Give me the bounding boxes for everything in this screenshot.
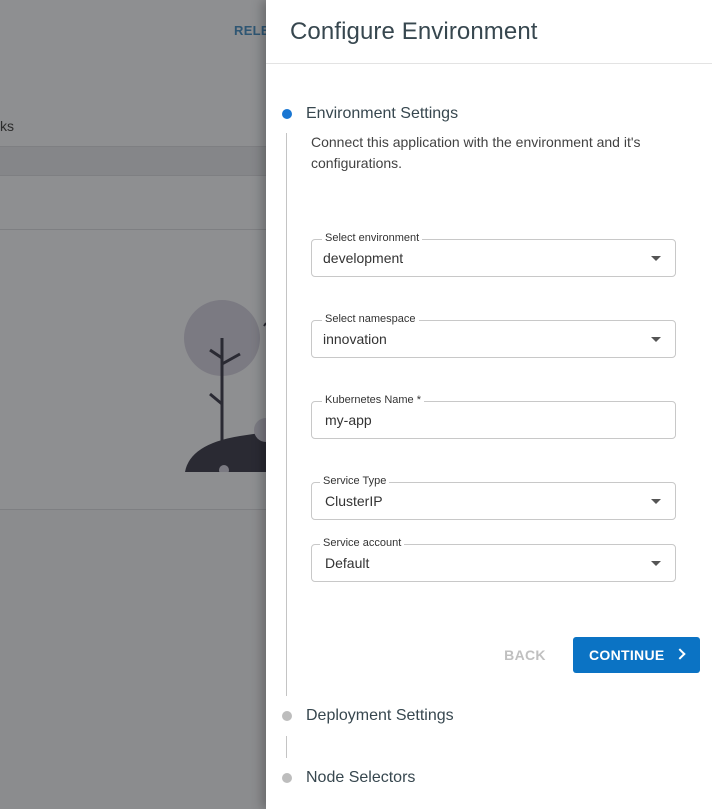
continue-button-label: CONTINUE xyxy=(589,647,665,663)
service-account-label: Service account xyxy=(320,536,405,550)
empty-state-illustration xyxy=(184,300,266,472)
configure-environment-drawer: Configure Environment Environment Settin… xyxy=(266,0,712,809)
chevron-right-icon xyxy=(674,648,686,660)
background-release-tab: RELEA xyxy=(234,23,266,38)
caret-down-icon xyxy=(651,561,661,566)
step-indicator-active xyxy=(282,109,292,119)
service-account-value: Default xyxy=(325,555,370,571)
stepper-connector xyxy=(286,133,287,696)
step-description: Connect this application with the enviro… xyxy=(311,134,641,171)
back-button[interactable]: BACK xyxy=(496,638,554,672)
caret-down-icon xyxy=(651,337,661,342)
caret-down-icon xyxy=(651,499,661,504)
namespace-select[interactable]: Select namespace innovation xyxy=(311,312,676,358)
step-title-deployment-settings[interactable]: Deployment Settings xyxy=(306,707,454,725)
service-type-value: ClusterIP xyxy=(325,493,383,509)
step-title-node-selectors[interactable]: Node Selectors xyxy=(306,769,415,787)
namespace-select-value: innovation xyxy=(323,331,387,347)
caret-down-icon xyxy=(651,256,661,261)
drawer-title: Configure Environment xyxy=(290,17,538,45)
namespace-select-label: Select namespace xyxy=(322,312,419,326)
environment-select-label: Select environment xyxy=(322,231,423,245)
background-app: RELEA ks xyxy=(0,0,266,809)
background-tab-label: ks xyxy=(0,118,14,134)
environment-select[interactable]: Select environment development xyxy=(311,231,676,277)
service-account-select[interactable]: Service account Default xyxy=(311,536,676,582)
kubernetes-name-label: Kubernetes Name * xyxy=(322,393,424,407)
step-title-environment-settings[interactable]: Environment Settings xyxy=(306,105,458,123)
step-indicator-inactive xyxy=(282,711,292,721)
background-table-header xyxy=(0,146,266,176)
service-type-select[interactable]: Service Type ClusterIP xyxy=(311,474,676,520)
background-lower-area xyxy=(0,510,266,809)
background-divider xyxy=(0,229,266,230)
stepper-connector xyxy=(286,736,287,758)
drawer-header: Configure Environment xyxy=(266,0,712,64)
kubernetes-name-value: my-app xyxy=(325,412,372,428)
kubernetes-name-input[interactable]: Kubernetes Name * my-app xyxy=(311,393,676,439)
environment-select-value: development xyxy=(323,250,404,266)
service-type-label: Service Type xyxy=(320,474,390,488)
step-indicator-inactive xyxy=(282,773,292,783)
continue-button[interactable]: CONTINUE xyxy=(573,637,700,673)
